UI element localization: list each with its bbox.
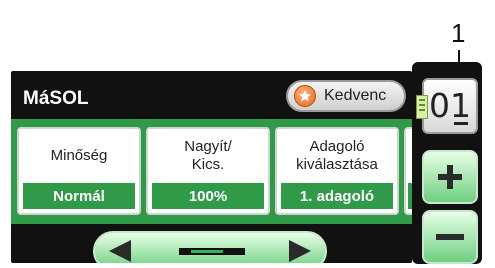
minus-icon	[436, 234, 464, 240]
increase-button[interactable]	[422, 150, 478, 204]
copy-count-display: 01	[422, 78, 478, 134]
option-value: Normál	[23, 183, 135, 209]
arrow-left-icon[interactable]	[109, 240, 131, 262]
copy-count-value: 01	[429, 86, 471, 125]
option-value: 1. adagoló	[281, 183, 393, 209]
side-panel: 01	[412, 62, 482, 264]
scroll-track	[179, 248, 245, 255]
option-tray-select[interactable]: Adagoló kiválasztása 1. adagoló	[275, 127, 399, 215]
option-partial-next[interactable]	[404, 127, 412, 215]
favorite-button[interactable]: Kedvenc	[286, 80, 406, 112]
option-zoom[interactable]: Nagyít/ Kics. 100%	[146, 127, 270, 215]
star-icon	[294, 85, 316, 107]
callout-number: 1	[451, 18, 466, 48]
arrow-right-icon[interactable]	[289, 240, 311, 262]
option-label: Adagoló kiválasztása	[296, 138, 378, 173]
option-label: Nagyít/ Kics.	[184, 138, 232, 173]
decrease-button[interactable]	[422, 210, 478, 264]
copy-screen: MáSOL Kedvenc Minőség Normál Nagyít/ Kic…	[11, 71, 412, 263]
counter-tab-icon	[416, 95, 428, 119]
screen-title: MáSOL	[23, 88, 89, 109]
option-quality[interactable]: Minőség Normál	[17, 127, 141, 215]
scroll-navigator[interactable]	[93, 231, 327, 263]
cursor-underline	[454, 122, 468, 125]
scroll-thumb[interactable]	[191, 250, 223, 253]
option-value: 100%	[152, 183, 264, 209]
favorite-label: Kedvenc	[324, 87, 387, 104]
option-label: Minőség	[50, 147, 108, 164]
